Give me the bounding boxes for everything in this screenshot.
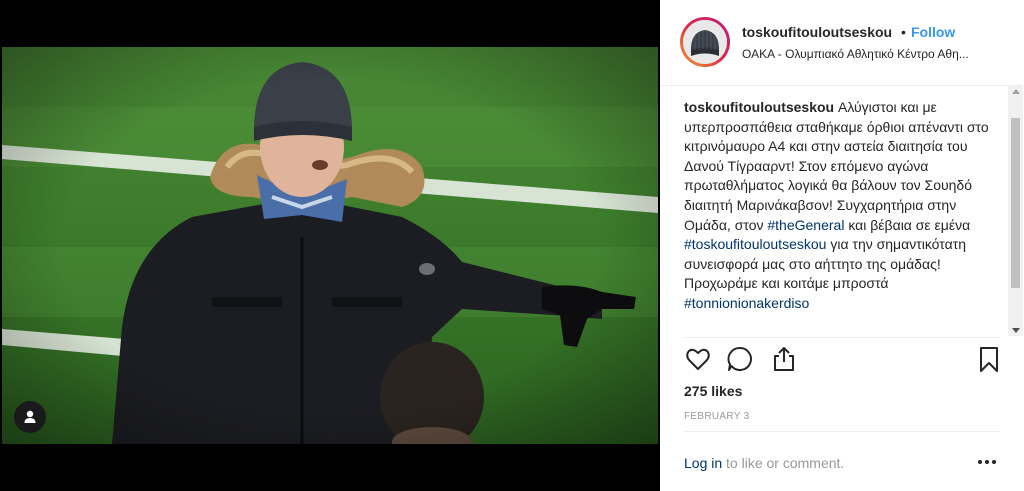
action-bar — [684, 345, 1004, 375]
bookmark-icon[interactable] — [975, 345, 1005, 375]
photo-image — [2, 47, 658, 444]
divider — [684, 337, 1000, 338]
avatar[interactable] — [680, 17, 730, 67]
post-username[interactable]: toskoufitouloutseskou — [742, 24, 892, 40]
separator-dot: • — [901, 24, 906, 40]
divider — [684, 431, 1000, 432]
scroll-thumb[interactable] — [1011, 118, 1020, 288]
hashtag-link[interactable]: #tonnionionakerdiso — [684, 295, 809, 311]
login-link[interactable]: Log in — [684, 455, 722, 471]
login-prompt-text: to like or comment. — [722, 455, 845, 471]
follow-button[interactable]: Follow — [911, 24, 955, 40]
caption-scrollbar[interactable] — [1008, 86, 1023, 336]
scroll-down-arrow-icon[interactable] — [1012, 328, 1020, 333]
photo-pane — [0, 0, 660, 491]
user-tag-icon[interactable] — [14, 401, 46, 433]
comment-icon[interactable] — [726, 345, 756, 375]
more-dots-icon[interactable] — [976, 452, 998, 472]
likes-count[interactable]: 275 likes — [684, 383, 742, 399]
caption-username[interactable]: toskoufitouloutseskou — [684, 99, 834, 115]
post-sidebar: toskoufitouloutseskou • Follow ΟΑΚΑ - Ολ… — [660, 0, 1024, 491]
post-photo[interactable] — [2, 47, 658, 444]
caption-text-1: Αλύγιστοι και με υπερπροσπάθεια σταθήκαμ… — [684, 99, 989, 233]
post-date[interactable]: FEBRUARY 3 — [684, 411, 749, 422]
avatar-image — [683, 20, 727, 64]
heart-icon[interactable] — [684, 345, 714, 375]
share-icon[interactable] — [770, 345, 800, 375]
login-prompt: Log in to like or comment. — [684, 455, 844, 471]
post-header: toskoufitouloutseskou • Follow ΟΑΚΑ - Ολ… — [660, 0, 1024, 86]
scroll-up-arrow-icon[interactable] — [1012, 89, 1020, 94]
hashtag-link[interactable]: #toskoufitouloutseskou — [684, 236, 826, 252]
hashtag-link[interactable]: #theGeneral — [767, 217, 844, 233]
caption: toskoufitouloutseskou Αλύγιστοι και με υ… — [684, 98, 1004, 334]
caption-text-2: και βέβαια σε εμένα — [844, 216, 971, 233]
location-link[interactable]: ΟΑΚΑ - Ολυμπιακό Αθλητικό Κέντρο Αθη... — [742, 47, 1002, 61]
